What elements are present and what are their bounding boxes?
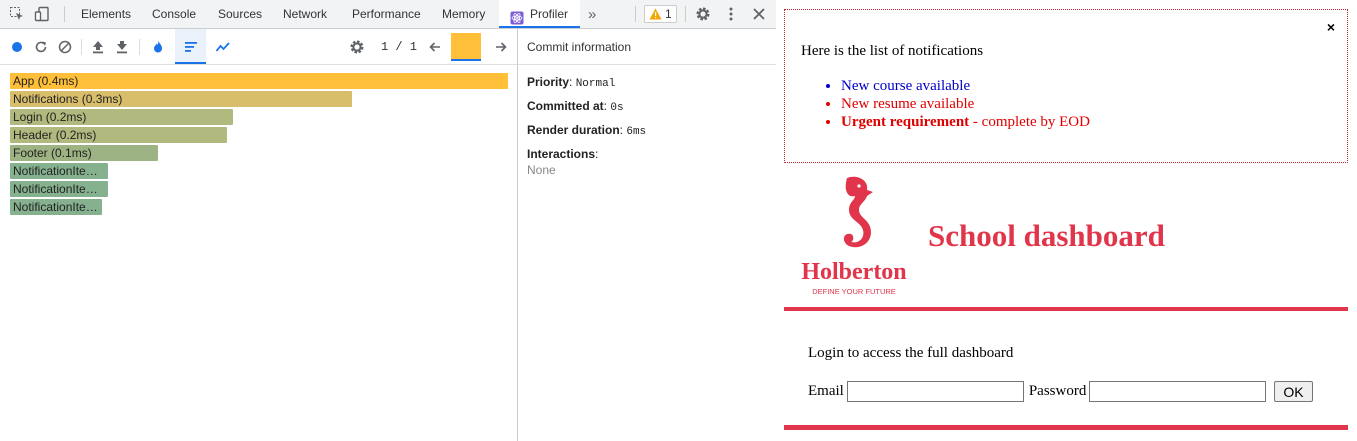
committed-at-row: Committed at: 0s	[527, 99, 624, 114]
logo-wordmark: Holberton	[801, 259, 906, 285]
app-body: Login to access the full dashboard Email…	[784, 311, 1348, 431]
react-icon	[510, 7, 524, 25]
warnings-badge[interactable]: 1	[644, 5, 677, 23]
ranked-bar[interactable]: NotificationIte…	[10, 181, 108, 197]
devtools-tab-bar: Elements Console Sources Network Perform…	[0, 0, 776, 29]
email-field[interactable]	[846, 381, 1024, 402]
tab-profiler-label: Profiler	[530, 7, 569, 21]
notification-item[interactable]: Urgent requirement - complete by EOD	[841, 113, 1090, 131]
tab-separator	[635, 6, 636, 22]
logo-tagline: DEFINE YOUR FUTURE	[812, 287, 896, 296]
reload-icon[interactable]	[33, 39, 49, 55]
tab-performance[interactable]: Performance	[352, 0, 421, 28]
kebab-menu-icon[interactable]	[723, 6, 739, 22]
toolbar-separator	[139, 39, 140, 55]
password-label: Password	[1028, 383, 1087, 399]
ranked-chart: App (0.4ms) Notifications (0.3ms) Login …	[0, 66, 517, 441]
settings-icon[interactable]	[349, 39, 365, 55]
commit-counter: 1 / 1	[381, 40, 418, 54]
tab-console[interactable]: Console	[152, 0, 196, 28]
ranked-bar[interactable]: Login (0.2ms)	[10, 109, 233, 125]
clear-icon[interactable]	[57, 39, 73, 55]
notification-text: New resume available	[841, 96, 975, 112]
app-header: Holberton DEFINE YOUR FUTURE School dash…	[784, 170, 1348, 311]
notification-text: - complete by EOD	[969, 114, 1090, 130]
next-icon[interactable]	[493, 39, 509, 55]
page-title: School dashboard	[928, 218, 1165, 253]
ranked-bar[interactable]: App (0.4ms)	[10, 73, 508, 89]
download-icon[interactable]	[114, 39, 130, 55]
ranked-bar[interactable]: Footer (0.1ms)	[10, 145, 158, 161]
priority-label: Priority	[527, 75, 570, 89]
login-prompt: Login to access the full dashboard	[808, 345, 1014, 361]
notification-item[interactable]: New course available	[841, 77, 1090, 95]
render-duration-row: Render duration: 6ms	[527, 123, 647, 138]
ranked-bar[interactable]: NotificationIte…	[10, 199, 102, 215]
commit-info-header: Commit information	[518, 29, 776, 65]
tab-network[interactable]: Network	[283, 0, 327, 28]
ranked-bar[interactable]: NotificationIte…	[10, 163, 108, 179]
tab-separator	[685, 6, 686, 22]
web-page: × Here is the list of notifications New …	[777, 0, 1357, 441]
profiler-toolbar: 1 / 1	[0, 29, 517, 65]
record-icon[interactable]	[9, 39, 25, 55]
render-duration-value: 6ms	[626, 126, 647, 138]
password-field[interactable]	[1089, 381, 1267, 402]
warning-icon	[649, 8, 662, 23]
tab-profiler[interactable]: Profiler	[499, 0, 580, 28]
upload-icon[interactable]	[90, 39, 106, 55]
interactions-value: None	[527, 163, 556, 177]
timeline-icon[interactable]	[215, 39, 231, 55]
devtools-panel: Elements Console Sources Network Perform…	[0, 0, 776, 441]
tab-sources[interactable]: Sources	[218, 0, 262, 28]
more-tabs-icon[interactable]: »	[588, 0, 596, 28]
notifications-panel: × Here is the list of notifications New …	[784, 9, 1348, 163]
login-form: Email Password OK	[808, 381, 1313, 402]
priority-value: Normal	[575, 78, 616, 90]
ranked-bar[interactable]: Notifications (0.3ms)	[10, 91, 352, 107]
toolbar-separator	[81, 39, 82, 55]
ranked-icon	[183, 39, 199, 55]
render-duration-label: Render duration	[527, 123, 620, 137]
notification-urgent-label: Urgent requirement	[841, 114, 970, 130]
notifications-list: New course available New resume availabl…	[841, 77, 1090, 131]
settings-gear-icon[interactable]	[695, 6, 711, 22]
email-label: Email	[808, 383, 844, 399]
footer-divider	[784, 425, 1348, 430]
notification-text: New course available	[841, 78, 971, 94]
priority-row: Priority: Normal	[527, 75, 616, 90]
committed-at-label: Committed at	[527, 99, 604, 113]
interactions-label: Interactions	[527, 147, 596, 161]
notification-item[interactable]: New resume available	[841, 95, 1090, 113]
committed-at-value: 0s	[610, 102, 624, 114]
ok-button[interactable]: OK	[1274, 381, 1313, 402]
ranked-bar[interactable]: Header (0.2ms)	[10, 127, 227, 143]
close-icon[interactable]	[751, 6, 767, 22]
close-notifications-icon[interactable]: ×	[1327, 19, 1335, 35]
ranked-tab[interactable]	[175, 29, 206, 64]
commit-bar[interactable]	[451, 33, 481, 61]
prev-icon[interactable]	[427, 39, 443, 55]
flamegraph-icon[interactable]	[150, 39, 166, 55]
interactions-row: Interactions:	[527, 147, 599, 161]
tab-elements[interactable]: Elements	[81, 0, 131, 28]
warning-count: 1	[665, 7, 672, 21]
notifications-title: Here is the list of notifications	[801, 43, 984, 59]
commit-info-panel: Commit information Priority: Normal Comm…	[517, 29, 776, 441]
device-toggle-icon[interactable]	[34, 6, 50, 22]
inspect-icon[interactable]	[9, 6, 25, 22]
tab-separator	[64, 6, 65, 22]
tab-memory[interactable]: Memory	[442, 0, 485, 28]
holberton-logo: Holberton DEFINE YOUR FUTURE	[799, 174, 911, 300]
